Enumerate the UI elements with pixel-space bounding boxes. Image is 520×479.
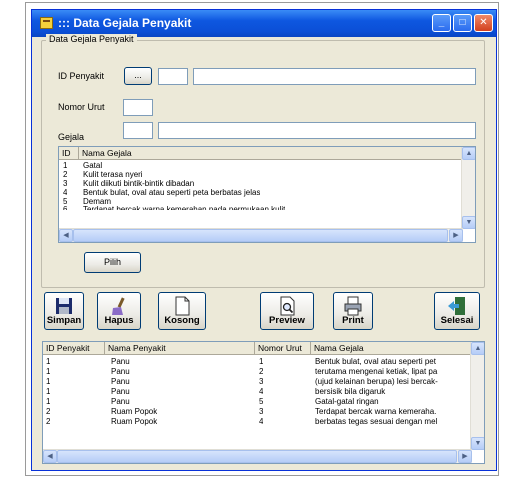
scroll-down-icon[interactable]: ▼ — [462, 216, 475, 229]
nama-penyakit-input[interactable] — [193, 68, 476, 85]
table-cell: Kulit diikuti bintik-bintik dibadan — [83, 179, 195, 188]
table-cell: 5 — [259, 397, 264, 406]
column-header-id[interactable]: ID — [59, 147, 79, 160]
selesai-label: Selesai — [440, 315, 474, 326]
lookup-button[interactable]: ... — [124, 67, 152, 85]
column-header-nama-gejala[interactable]: Nama Gejala — [311, 342, 472, 355]
main-window: ::: Data Gejala Penyakit _ □ ✕ Data Geja… — [31, 9, 497, 471]
print-label: Print — [342, 315, 364, 326]
group-title: Data Gejala Penyakit — [46, 34, 137, 44]
table-cell: (ujud kelainan berupa) lesi bercak- — [315, 377, 438, 386]
table-cell: 3 — [259, 377, 264, 386]
print-button[interactable]: Print — [333, 292, 373, 330]
table-cell: 4 — [259, 387, 264, 396]
table-cell: Panu — [111, 357, 130, 366]
blank-page-icon — [175, 296, 190, 316]
kosong-button[interactable]: Kosong — [158, 292, 206, 330]
scroll-thumb[interactable] — [57, 450, 457, 463]
table-cell: 4 — [63, 188, 68, 197]
selesai-button[interactable]: Selesai — [434, 292, 480, 330]
column-header-nama-penyakit[interactable]: Nama Penyakit — [105, 342, 255, 355]
scroll-left-icon[interactable]: ◀ — [59, 229, 73, 242]
table-cell: 6 — [63, 205, 68, 210]
table-cell: Gatal — [83, 161, 103, 170]
magnifier-page-icon — [280, 296, 295, 316]
title-bar[interactable]: ::: Data Gejala Penyakit _ □ ✕ — [32, 10, 496, 37]
gejala-grid[interactable]: ID Nama Gejala 1 Gatal 2 Kulit terasa ny… — [58, 146, 476, 243]
table-cell: 3 — [259, 407, 264, 416]
table-cell: 1 — [46, 387, 51, 396]
nomor-urut-input[interactable] — [123, 99, 153, 116]
table-cell: terutama mengenai ketiak, lipat pa — [315, 367, 438, 376]
exit-door-icon — [448, 297, 465, 315]
table-cell: 2 — [46, 407, 51, 416]
hapus-label: Hapus — [104, 315, 134, 326]
table-cell: Panu — [111, 387, 130, 396]
table-cell: 1 — [46, 377, 51, 386]
hapus-button[interactable]: Hapus — [97, 292, 141, 330]
table-cell: 1 — [46, 357, 51, 366]
gejala-label: Gejala — [58, 132, 85, 142]
app-icon — [40, 17, 53, 29]
table-cell: Panu — [111, 367, 130, 376]
table-cell: 1 — [259, 357, 264, 366]
preview-button[interactable]: Preview — [260, 292, 314, 330]
gejala-id-input[interactable] — [123, 122, 153, 139]
minimize-button[interactable]: _ — [432, 14, 451, 32]
column-header-id-penyakit[interactable]: ID Penyakit — [43, 342, 105, 355]
scroll-right-icon[interactable]: ▶ — [458, 450, 472, 463]
table-cell: 1 — [63, 161, 68, 170]
table-cell: 1 — [46, 367, 51, 376]
gejala-name-input[interactable] — [158, 122, 476, 139]
column-header-nomor-urut[interactable]: Nomor Urut — [255, 342, 311, 355]
table-cell: 2 — [63, 170, 68, 179]
preview-label: Preview — [269, 315, 305, 326]
scroll-left-icon[interactable]: ◀ — [43, 450, 57, 463]
column-header-nama-gejala[interactable]: Nama Gejala — [79, 147, 463, 160]
printer-icon — [344, 296, 362, 316]
scroll-up-icon[interactable]: ▲ — [471, 342, 484, 355]
scroll-down-icon[interactable]: ▼ — [471, 437, 484, 450]
table-cell: Terdapat bercak warna kemeraha. — [315, 407, 437, 416]
table-cell: Terdapat bercak warna kemerahan pada per… — [83, 205, 286, 210]
table-cell: Panu — [111, 377, 130, 386]
data-grid-hscrollbar[interactable]: ◀ ▶ — [43, 449, 472, 463]
table-cell: Ruam Popok — [111, 417, 158, 426]
table-cell: 1 — [46, 397, 51, 406]
kosong-label: Kosong — [164, 315, 200, 326]
data-grid[interactable]: ID Penyakit Nama Penyakit Nomor Urut Nam… — [42, 341, 485, 464]
table-cell: bersisik bila digaruk — [315, 387, 386, 396]
maximize-button[interactable]: □ — [453, 14, 472, 32]
id-penyakit-input[interactable] — [158, 68, 188, 85]
gejala-grid-hscrollbar[interactable]: ◀ ▶ — [59, 228, 463, 242]
data-grid-vscrollbar[interactable]: ▲ ▼ — [470, 342, 484, 450]
table-cell: Panu — [111, 397, 130, 406]
simpan-label: Simpan — [46, 315, 82, 326]
close-button[interactable]: ✕ — [474, 14, 493, 32]
table-cell: 2 — [259, 367, 264, 376]
id-penyakit-label: ID Penyakit — [58, 71, 105, 81]
table-cell: Bentuk bulat, oval atau seperti peta ber… — [83, 188, 261, 197]
scroll-thumb[interactable] — [73, 229, 448, 242]
scroll-right-icon[interactable]: ▶ — [449, 229, 463, 242]
window-title: ::: Data Gejala Penyakit — [58, 16, 192, 30]
table-cell: 2 — [46, 417, 51, 426]
table-cell: Gatal-gatal ringan — [315, 397, 379, 406]
table-cell: Kulit terasa nyeri — [83, 170, 143, 179]
table-cell: Bentuk bulat, oval atau seperti pet — [315, 357, 436, 366]
brush-icon — [112, 297, 125, 315]
gejala-grid-vscrollbar[interactable]: ▲ ▼ — [461, 147, 475, 229]
scroll-up-icon[interactable]: ▲ — [462, 147, 475, 160]
table-cell: Ruam Popok — [111, 407, 158, 416]
floppy-disk-icon — [56, 298, 72, 314]
pilih-button[interactable]: Pilih — [84, 252, 141, 273]
table-cell: 4 — [259, 417, 264, 426]
table-cell: berbatas tegas sesuai dengan mel — [315, 417, 438, 426]
nomor-urut-label: Nomor Urut — [58, 102, 105, 112]
table-cell: 3 — [63, 179, 68, 188]
simpan-button[interactable]: Simpan — [44, 292, 84, 330]
